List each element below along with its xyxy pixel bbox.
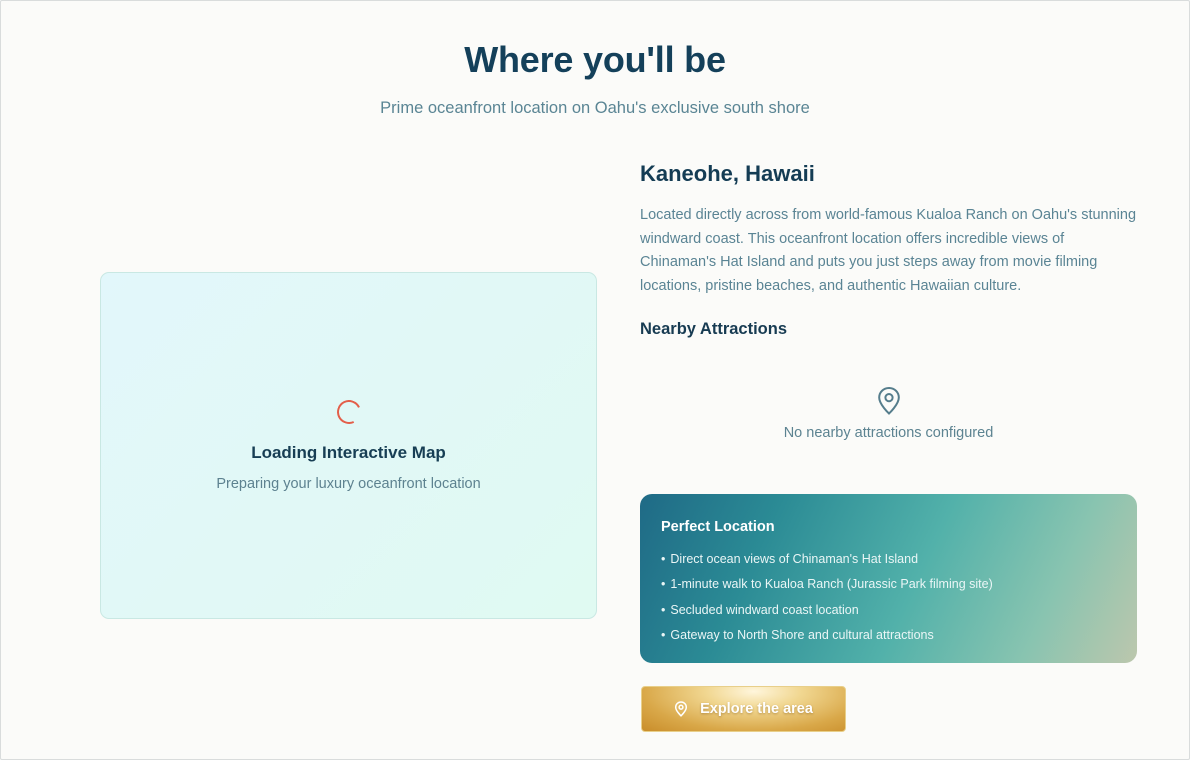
nearby-attractions-title: Nearby Attractions	[640, 320, 788, 338]
loading-spinner-icon	[333, 396, 365, 428]
map-pin-icon	[877, 386, 900, 415]
nearby-empty-text: No nearby attractions configured	[783, 425, 994, 441]
nearby-empty-state: No nearby attractions configured	[640, 386, 1137, 441]
map-container[interactable]: Loading Interactive Map Preparing your l…	[100, 272, 597, 619]
map-pin-icon	[675, 701, 688, 717]
list-item: Secluded windward coast location	[661, 598, 1116, 623]
list-item: Direct ocean views of Chinaman's Hat Isl…	[661, 547, 1116, 572]
perfect-location-list: Direct ocean views of Chinaman's Hat Isl…	[661, 547, 1116, 648]
list-item: 1-minute walk to Kualoa Ranch (Jurassic …	[661, 572, 1116, 597]
location-title: Kaneohe, Hawaii	[640, 161, 815, 186]
section-title: Where you'll be	[464, 39, 726, 80]
location-info: Kaneohe, Hawaii Located directly across …	[640, 160, 1140, 441]
explore-area-button[interactable]: Explore the area	[641, 686, 846, 732]
section-header: Where you'll be Prime oceanfront locatio…	[0, 38, 1190, 119]
perfect-location-title: Perfect Location	[661, 519, 775, 535]
explore-area-label: Explore the area	[700, 701, 813, 717]
section-subtitle: Prime oceanfront location on Oahu's excl…	[380, 99, 810, 117]
list-item: Gateway to North Shore and cultural attr…	[661, 623, 1116, 648]
map-loading-title: Loading Interactive Map	[251, 443, 446, 462]
map-loading-subtitle: Preparing your luxury oceanfront locatio…	[216, 476, 481, 492]
location-description: Located directly across from world-famou…	[640, 207, 1137, 294]
perfect-location-card: Perfect Location Direct ocean views of C…	[640, 494, 1137, 663]
